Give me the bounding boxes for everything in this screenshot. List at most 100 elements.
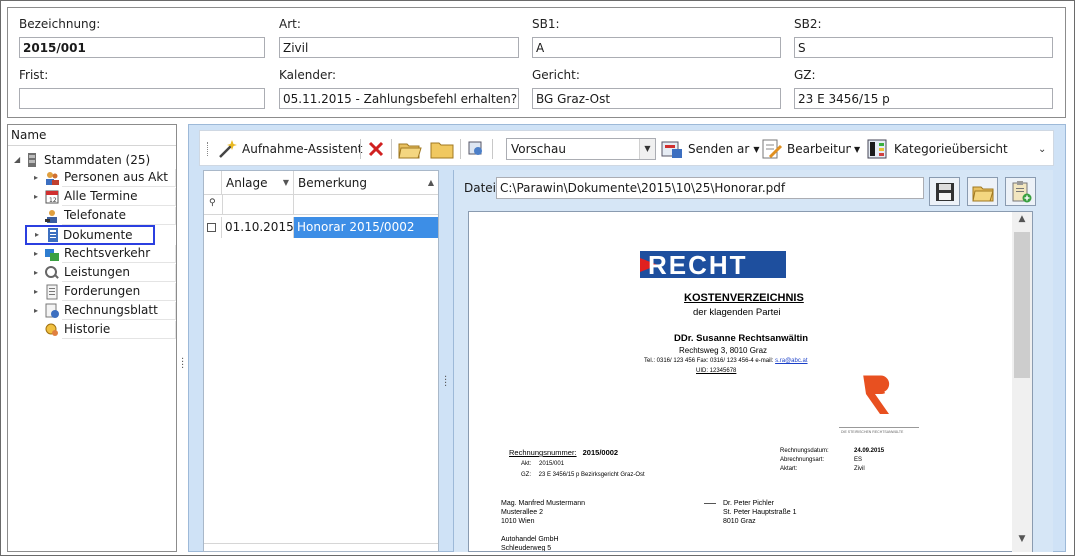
tree-item-rechtsverkehr[interactable]: ▸ Rechtsverkehr [34, 244, 176, 263]
gz-value: 23 E 3456/15 p Bezirksgericht Graz-Ost [538, 472, 645, 478]
send-icon [661, 141, 682, 158]
chevron-down-icon: ⌄ [1038, 143, 1047, 155]
expand-arrow-icon[interactable]: ▸ [34, 173, 44, 182]
send-button[interactable]: Senden ar ▼ [660, 137, 759, 161]
column-header-label: Bemerkung [298, 176, 368, 190]
vertical-splitter-right[interactable]: · · · · [444, 373, 447, 392]
expand-arrow-icon[interactable]: ▸ [34, 268, 44, 277]
column-header-bemerkung[interactable]: Bemerkung ▲ [294, 171, 438, 195]
view-mode-select[interactable]: Vorschau ▼ [506, 138, 656, 160]
tree-item-rechnungsblatt[interactable]: ▸ Rechnungsblatt [34, 301, 176, 320]
tree-item-label: Telefonate [62, 206, 176, 225]
tree-item-telefonate[interactable]: ▸ Telefonate [34, 206, 176, 225]
tree-root-stammdaten[interactable]: ◢ Stammdaten (25) [14, 150, 150, 169]
cell-anlage[interactable]: 01.10.2015 [222, 217, 294, 238]
expand-arrow-icon[interactable]: ▸ [35, 227, 45, 243]
expand-arrow-icon[interactable]: ▸ [34, 306, 44, 315]
tree-item-termine[interactable]: ▸ 12 Alle Termine [34, 187, 176, 206]
frist-field[interactable] [19, 88, 265, 109]
client-city: 1010 Wien [501, 518, 535, 525]
tree-item-label: Leistungen [62, 263, 176, 282]
toolbar-separator [492, 139, 493, 159]
scan-button[interactable] [466, 137, 486, 161]
aktart-label: Aktart: [780, 466, 798, 472]
column-header-label: Anlage [226, 176, 268, 190]
third-party-street: Schleuderweg 5 [501, 545, 552, 552]
sb2-label: SB2: [794, 17, 822, 31]
gericht-field[interactable]: BG Graz-Ost [532, 88, 781, 109]
datei-path-field[interactable]: C:\Parawin\Dokumente\2015\10\25\Honorar.… [496, 177, 924, 199]
grid-filter-row[interactable]: ⚲ [204, 195, 438, 215]
client-name: Mag. Manfred Mustermann [501, 500, 586, 507]
legal-traffic-icon [45, 248, 59, 261]
opponent-address-block: Dr. Peter Pichler St. Peter Hauptstraße … [723, 499, 797, 526]
contact-text: Tel.: 0316/ 123 456 Fax: 0316/ 123 456-4… [644, 358, 774, 364]
edit-button[interactable]: Bearbeitung ▼ [760, 137, 860, 161]
dropdown-arrow-icon: ▼ [753, 144, 760, 154]
toolbar-grip[interactable] [207, 142, 210, 156]
case-header-panel: Bezeichnung: 2015/001 Art: Zivil SB1: A … [7, 7, 1066, 118]
invoice-label: Rechnungsnummer: [509, 448, 577, 457]
filter-dropdown-icon[interactable]: ▼ [283, 178, 289, 187]
row-indicator[interactable] [204, 217, 222, 238]
open-file-button[interactable] [967, 177, 998, 206]
document-title: KOSTENVERZEICHNIS [684, 292, 804, 304]
persons-icon [46, 171, 59, 185]
open-folder-icon [398, 143, 422, 159]
art-field[interactable]: Zivil [279, 37, 519, 58]
tree-item-selected-box: ▸ Dokumente [25, 225, 155, 245]
expand-arrow-icon[interactable]: ▸ [34, 192, 44, 201]
cell-bemerkung[interactable]: Honorar 2015/0002 [294, 217, 438, 238]
pdf-viewer[interactable]: RECHT KOSTENVERZEICHNIS der klagenden Pa… [468, 211, 1033, 552]
folder-button[interactable] [429, 137, 455, 161]
row-checkbox-icon[interactable] [207, 223, 216, 232]
wizard-button[interactable]: Aufnahme-Assistent [216, 137, 362, 161]
column-header-anlage[interactable]: Anlage ▼ [222, 171, 294, 195]
gz-field[interactable]: 23 E 3456/15 p [794, 88, 1053, 109]
tree-item-forderungen[interactable]: ▸ Forderungen [34, 282, 176, 301]
category-label: Kategorieübersicht [894, 142, 1008, 156]
edit-label: Bearbeitung [787, 142, 851, 156]
tree-item-leistungen[interactable]: ▸ Leistungen [34, 263, 176, 282]
collapse-arrow-icon[interactable]: ◢ [14, 155, 24, 164]
save-button[interactable] [929, 177, 960, 206]
filter-cell-anlage[interactable] [222, 195, 294, 215]
open-folder-button[interactable] [397, 137, 423, 161]
sb2-field[interactable]: S [794, 37, 1053, 58]
invoice-sheet-icon [45, 303, 59, 318]
tree-item-dokumente[interactable]: ▸ Dokumente [25, 224, 155, 246]
vertical-splitter-left[interactable]: · · · · [181, 355, 184, 374]
scrollbar-thumb[interactable] [1014, 232, 1030, 378]
add-from-clipboard-button[interactable] [1005, 177, 1036, 206]
third-party-name: Autohandel GmbH [501, 536, 559, 543]
category-overview-button[interactable]: Kategorieübersicht [866, 137, 1008, 161]
tree-item-historie[interactable]: ▸ Historie [34, 320, 176, 339]
akt-label: Akt: [521, 461, 532, 467]
seal-caption: DIE STEIRISCHEN RECHTSANWÄLTE [841, 430, 904, 434]
scroll-up-icon[interactable]: ▲ [1012, 214, 1032, 230]
sb1-field[interactable]: A [532, 37, 781, 58]
bezeichnung-field[interactable]: 2015/001 [19, 37, 265, 58]
seal-r-logo [863, 372, 893, 414]
expand-arrow-icon[interactable]: ▸ [34, 287, 44, 296]
delete-button[interactable] [366, 137, 386, 161]
floppy-disk-icon [935, 182, 954, 201]
expand-arrow-icon[interactable]: ▸ [34, 249, 44, 258]
client-address-block: Mag. Manfred Mustermann Musterallee 2 10… [501, 499, 585, 526]
opponent-name: Dr. Peter Pichler [723, 500, 774, 507]
tree-column-header[interactable]: Name [8, 125, 176, 146]
party-dash [704, 503, 716, 504]
chevron-down-icon[interactable]: ▼ [639, 139, 655, 159]
gz-label: GZ: [521, 472, 531, 478]
folder-icon [430, 142, 454, 159]
kalender-field[interactable]: 05.11.2015 - Zahlungsbefehl erhalten? [279, 88, 519, 109]
pdf-vertical-scrollbar[interactable]: ▲ ▼ [1012, 212, 1032, 552]
email-link[interactable]: s.ra@abc.at [775, 358, 807, 364]
sort-ascending-icon[interactable]: ▲ [428, 178, 434, 187]
toolbar-overflow-button[interactable]: ⌄ [1038, 137, 1046, 161]
table-row[interactable]: 01.10.2015 Honorar 2015/0002 [204, 217, 438, 238]
document-toolbar: Aufnahme-Assistent Vorschau ▼ Senden ar … [199, 130, 1054, 166]
clipboard-add-icon [1012, 180, 1031, 202]
scroll-down-icon[interactable]: ▼ [1012, 534, 1032, 550]
tree-item-personen[interactable]: ▸ Personen aus Akt [34, 168, 176, 187]
